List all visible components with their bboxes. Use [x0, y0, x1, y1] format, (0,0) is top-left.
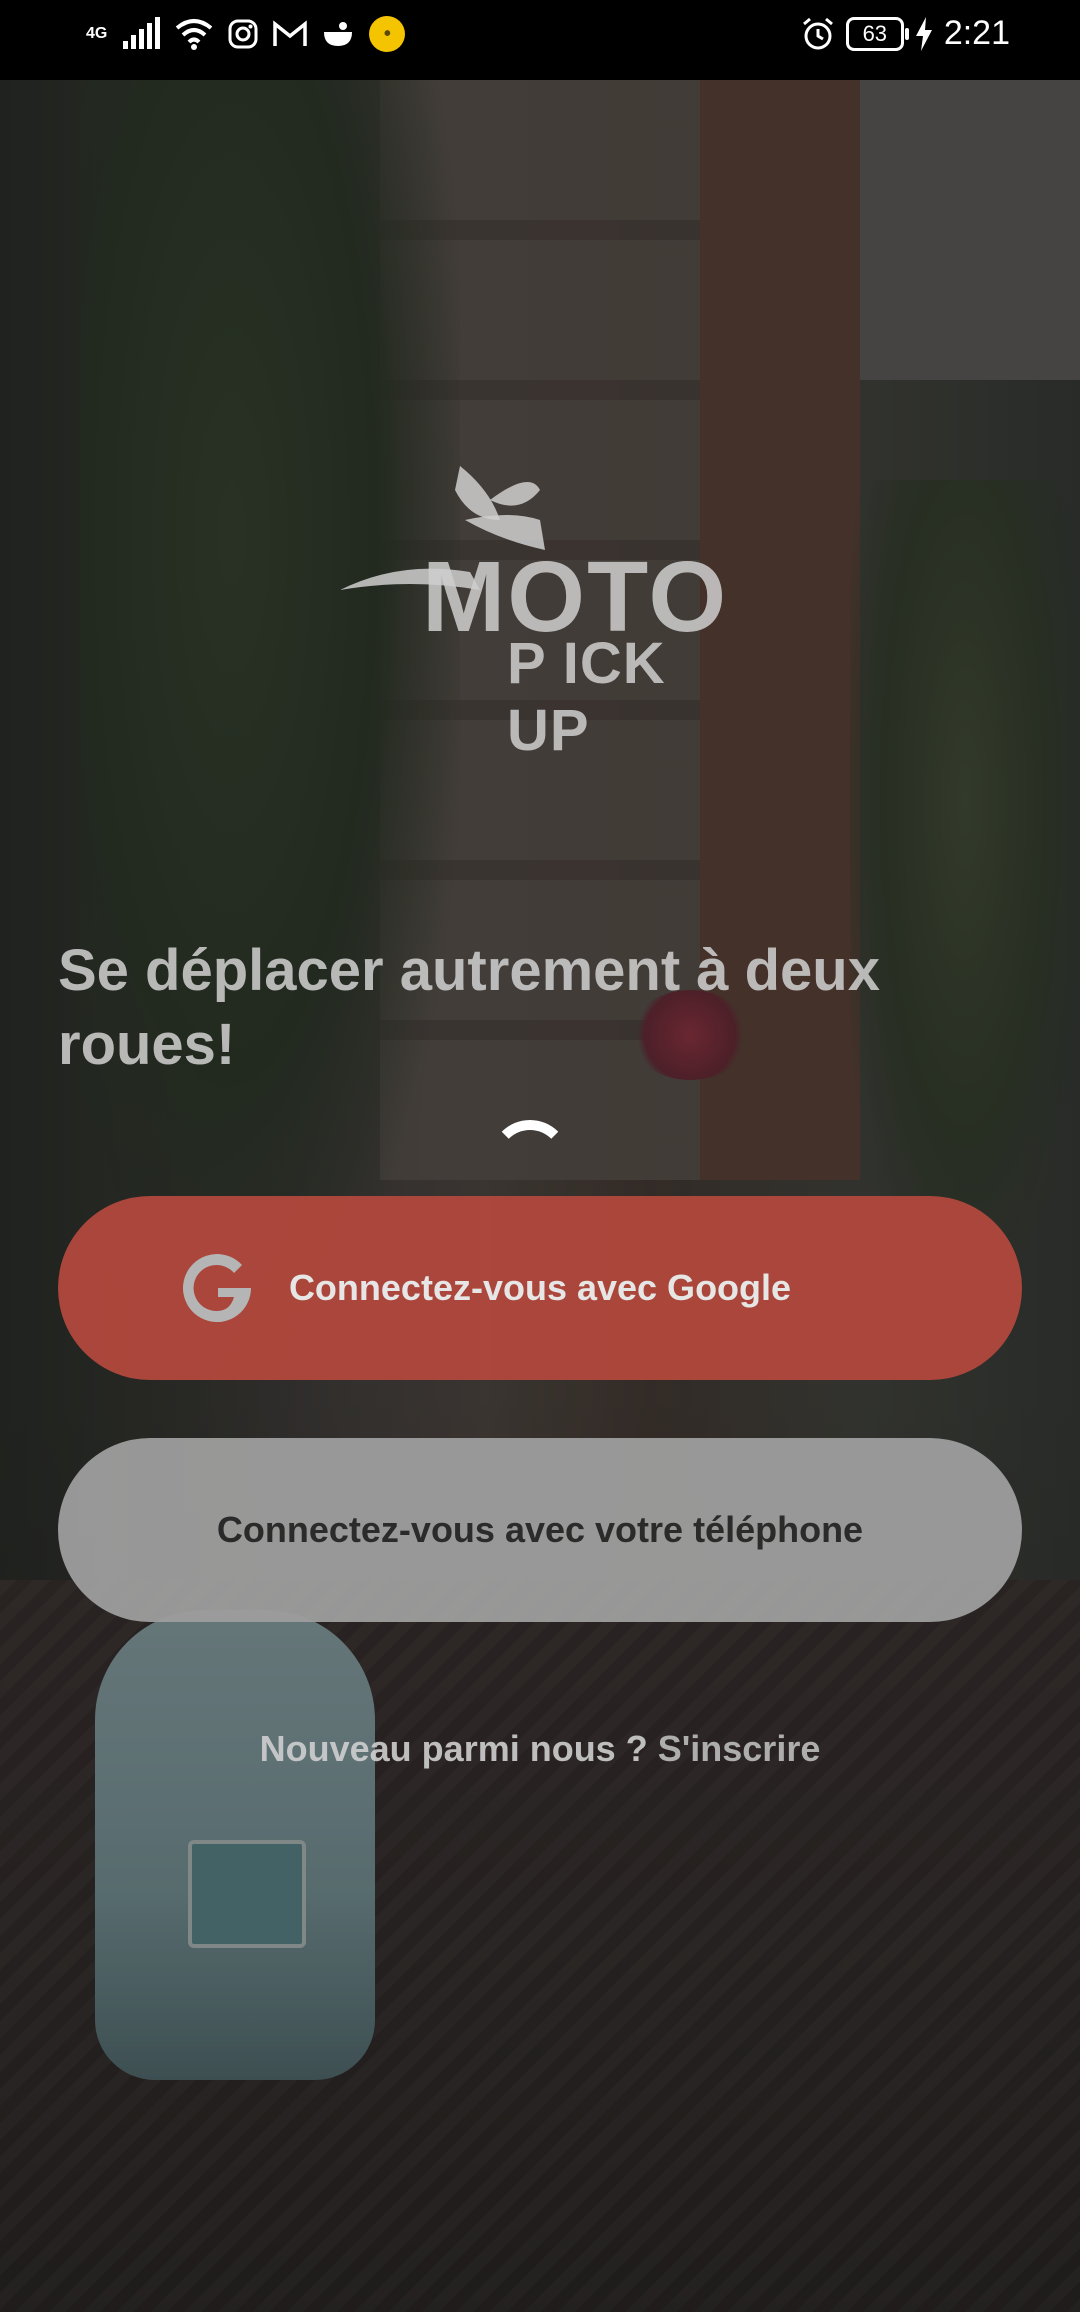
- signup-prompt: Nouveau parmi nous ?: [259, 1728, 658, 1769]
- notification-dot-icon: •: [369, 16, 406, 52]
- phone-signin-label: Connectez-vous avec votre téléphone: [216, 1509, 864, 1550]
- app-logo: MOTO P ICK UP: [340, 460, 740, 763]
- alarm-icon: [802, 17, 833, 49]
- clock: 2:21: [943, 14, 1010, 52]
- network-type: 4G: [86, 25, 108, 42]
- app-icon: [324, 22, 353, 46]
- battery-icon: 63: [845, 16, 909, 51]
- instagram-icon: [228, 19, 258, 49]
- charging-icon: [915, 16, 932, 51]
- status-bar: 4G • 63 2:21: [0, 0, 1080, 80]
- signup-link[interactable]: S'inscrire: [658, 1728, 821, 1769]
- google-signin-label: Connectez-vous avec Google: [288, 1267, 792, 1308]
- phone-signin-button[interactable]: Connectez-vous avec votre téléphone: [58, 1438, 1022, 1622]
- wifi-icon: [176, 19, 213, 50]
- signup-row: Nouveau parmi nous ? S'inscrire: [0, 1728, 1080, 1770]
- google-signin-button[interactable]: Connectez-vous avec Google: [58, 1196, 1022, 1380]
- battery-level: 63: [862, 20, 888, 46]
- google-icon: [183, 1254, 252, 1323]
- headline: Se déplacer autrement à deux roues!: [58, 938, 880, 1077]
- logo-text-pickup: P ICK UP: [507, 631, 666, 763]
- gmail-icon: [273, 20, 308, 46]
- loading-spinner: [490, 1120, 570, 1200]
- signal-icon: [123, 17, 161, 49]
